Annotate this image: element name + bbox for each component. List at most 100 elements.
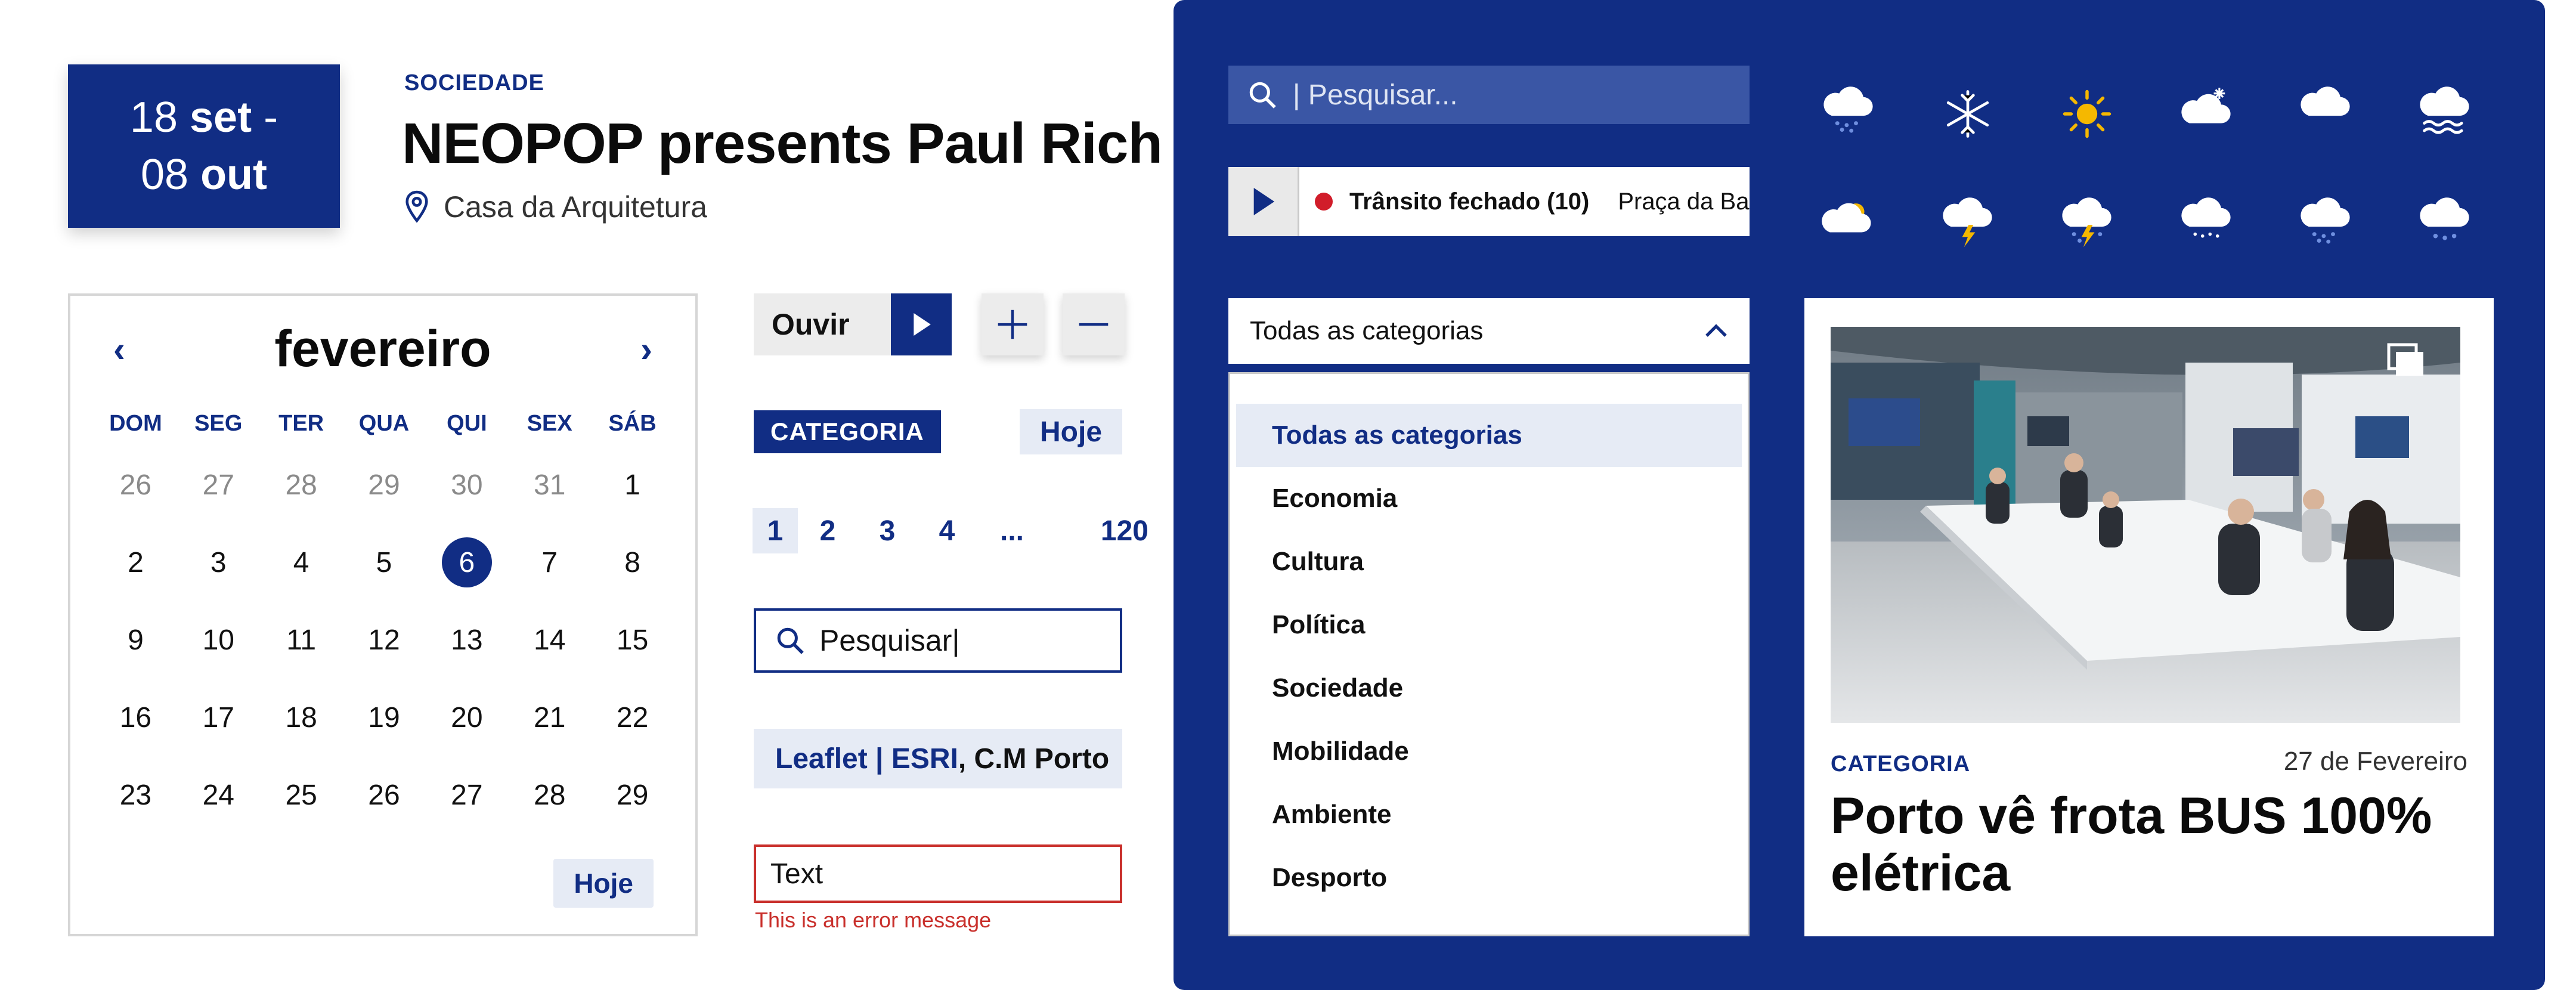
ticker-play-icon[interactable] — [1228, 167, 1299, 236]
weekday-header: QUA — [358, 410, 410, 436]
calendar-day[interactable]: 1 — [591, 446, 674, 524]
weekday-header: TER — [278, 410, 324, 436]
page-link[interactable]: 2 — [798, 508, 857, 553]
cloud-rain-thunder-icon — [2027, 169, 2147, 280]
calendar-header: ‹ fevereiro › — [70, 320, 695, 379]
error-message: This is an error message — [755, 908, 992, 932]
page-link[interactable]: 1 — [753, 508, 798, 553]
calendar-day[interactable]: 18 — [260, 679, 343, 756]
calendar-day[interactable]: 25 — [260, 756, 343, 834]
event-category[interactable]: SOCIEDADE — [404, 70, 544, 96]
text-field-error[interactable]: Text — [754, 844, 1122, 903]
plus-icon — [998, 310, 1027, 339]
calendar-day[interactable]: 15 — [591, 601, 674, 679]
calendar-day[interactable]: 27 — [177, 446, 260, 524]
chevron-up-icon — [1705, 324, 1727, 337]
prev-month-chevron-icon[interactable]: ‹ — [113, 329, 125, 370]
listen-button[interactable]: Ouvir — [754, 293, 952, 355]
news-category[interactable]: CATEGORIA — [1831, 751, 1970, 777]
next-month-chevron-icon[interactable]: › — [640, 329, 652, 370]
weekday-header: DOM — [109, 410, 162, 436]
dropdown-option[interactable]: Política — [1230, 593, 1748, 657]
calendar-day[interactable]: 16 — [94, 679, 177, 756]
search-icon — [1249, 82, 1276, 109]
calendar-day[interactable]: 23 — [94, 756, 177, 834]
zoom-out-button[interactable] — [1063, 293, 1125, 355]
dropdown-option[interactable]: Economia — [1230, 467, 1748, 530]
event-title[interactable]: NEOPOP presents Paul Rich — [402, 111, 1163, 177]
pagination: 1 2 3 4... 120 — [753, 508, 1148, 553]
pagination-ellipsis: ... — [999, 515, 1024, 547]
calendar-today-button[interactable]: Hoje — [553, 859, 654, 908]
calendar-month: fevereiro — [274, 320, 491, 378]
calendar-day[interactable]: 21 — [508, 679, 591, 756]
calendar-day[interactable]: 22 — [591, 679, 674, 756]
today-button[interactable]: Hoje — [1020, 409, 1123, 454]
cloud-drizzle-icon — [2147, 169, 2266, 280]
dropdown-option[interactable]: Cultura — [1230, 530, 1748, 593]
calendar-day[interactable]: 4 — [260, 524, 343, 601]
calendar-day[interactable]: 31 — [508, 446, 591, 524]
ticker-place: Praça da Batal — [1618, 188, 1750, 215]
calendar-day[interactable]: 20 — [425, 679, 508, 756]
calendar-day[interactable]: 11 — [260, 601, 343, 679]
calendar-day[interactable]: 26 — [94, 446, 177, 524]
calendar-day[interactable]: 29 — [343, 446, 426, 524]
category-badge[interactable]: CATEGORIA — [754, 410, 941, 453]
calendar-day[interactable]: 26 — [343, 756, 426, 834]
calendar-day[interactable]: 19 — [343, 679, 426, 756]
dropdown-option[interactable]: Mobilidade — [1230, 720, 1748, 783]
calendar-day[interactable]: 5 — [343, 524, 426, 601]
page-link[interactable]: 120 — [1047, 508, 1148, 553]
search-icon — [777, 627, 804, 654]
event-date-from: 18 set - — [129, 94, 278, 141]
dropdown-option[interactable]: Todas as categorias — [1236, 404, 1742, 467]
news-photo[interactable] — [1831, 327, 2460, 723]
panel-search-input[interactable]: | Pesquisar... — [1228, 66, 1750, 124]
calendar-day[interactable]: 12 — [343, 601, 426, 679]
calendar-day[interactable]: 24 — [177, 756, 260, 834]
calendar-grid: DOM SEG TER QUA QUI SEX SÁB 26 27 28 29 30 31 1 2 3 4 5 6 7… — [94, 401, 674, 834]
weekday-header: SEX — [527, 410, 572, 436]
traffic-ticker[interactable]: Trânsito fechado (10) Praça da Batal — [1228, 167, 1750, 236]
zoom-in-button[interactable] — [982, 293, 1044, 355]
attribution-link[interactable]: Leaflet | ESRI — [775, 742, 958, 775]
dropdown-option[interactable]: Sociedade — [1230, 657, 1748, 720]
calendar-day[interactable]: 3 — [177, 524, 260, 601]
calendar-day[interactable]: 6 — [425, 524, 508, 601]
calendar-day[interactable]: 27 — [425, 756, 508, 834]
calendar-day[interactable]: 28 — [508, 756, 591, 834]
calendar-day-selected: 6 — [441, 537, 492, 587]
text-field-value: Text — [770, 858, 823, 890]
page-link[interactable]: 3 — [857, 508, 917, 553]
calendar-day[interactable]: 14 — [508, 601, 591, 679]
calendar-day[interactable]: 29 — [591, 756, 674, 834]
news-card[interactable]: CATEGORIA 27 de Fevereiro Porto vê frota… — [1804, 298, 2494, 936]
calendar-day[interactable]: 17 — [177, 679, 260, 756]
category-dropdown[interactable]: Todas as categorias — [1228, 298, 1750, 364]
calendar-day[interactable]: 10 — [177, 601, 260, 679]
calendar-day[interactable]: 9 — [94, 601, 177, 679]
search-input-value: Pesquisar| — [819, 624, 960, 657]
alert-dot-icon — [1315, 193, 1333, 211]
calendar-day[interactable]: 13 — [425, 601, 508, 679]
calendar-day[interactable]: 2 — [94, 524, 177, 601]
dropdown-option[interactable]: Ambiente — [1230, 783, 1748, 846]
attribution-text: , C.M Porto — [958, 742, 1110, 775]
cloud-icon — [2266, 58, 2385, 169]
calendar-day[interactable]: 8 — [591, 524, 674, 601]
cloud-snow-icon — [2147, 58, 2266, 169]
dropdown-option[interactable]: Desporto — [1230, 846, 1748, 909]
weekday-header: QUI — [447, 410, 487, 436]
page-link[interactable]: 4 — [917, 508, 977, 553]
event-date-to: 08 out — [140, 151, 268, 199]
news-title[interactable]: Porto vê frota BUS 100% elétrica — [1831, 787, 2463, 902]
calendar-day[interactable]: 30 — [425, 446, 508, 524]
calendar-day[interactable]: 28 — [260, 446, 343, 524]
calendar-day[interactable]: 7 — [508, 524, 591, 601]
search-input[interactable]: Pesquisar| — [754, 608, 1122, 673]
location-pin-icon — [405, 190, 428, 223]
calendar: ‹ fevereiro › DOM SEG TER QUA QUI SEX SÁB 26 27 2… — [68, 293, 698, 936]
minus-icon — [1079, 323, 1109, 326]
play-icon[interactable] — [891, 293, 952, 355]
